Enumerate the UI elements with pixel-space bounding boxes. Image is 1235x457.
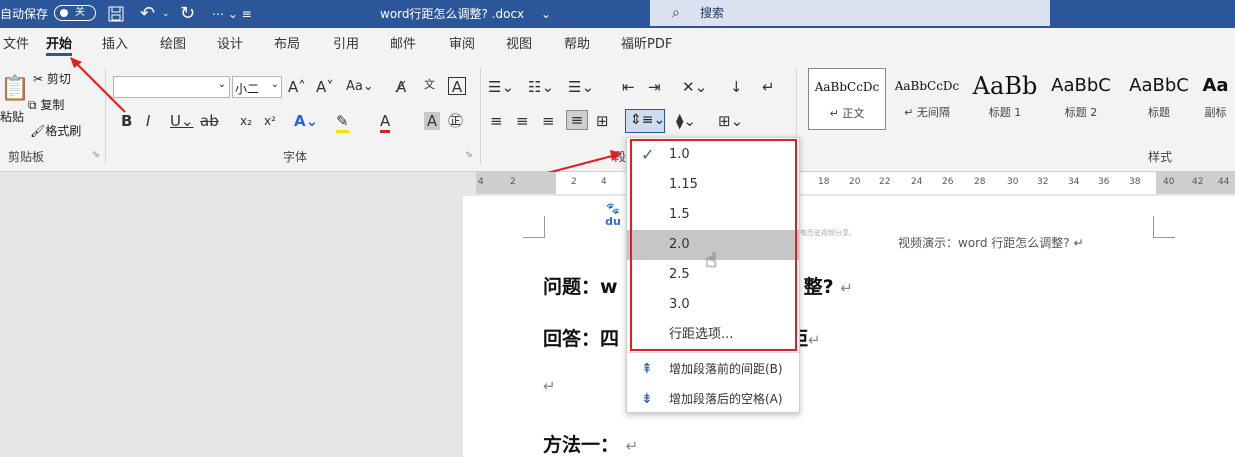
method-line[interactable]: 方法一： ↵ bbox=[543, 430, 638, 457]
crop-mark bbox=[523, 216, 545, 238]
ruler-tick-label: 36 bbox=[1098, 177, 1110, 187]
mouse-pointer-icon: ☝ bbox=[705, 248, 718, 272]
document-header: 视频演示：word 行距怎么调整? ↵ bbox=[898, 236, 1084, 250]
arrow-head-icon bbox=[610, 150, 622, 161]
add-space-after-item[interactable]: ⇟ 增加段落后的空格(A) bbox=[627, 384, 799, 414]
paragraph-mark: ↵ bbox=[840, 279, 853, 297]
paw-icon: 🐾 bbox=[606, 202, 620, 215]
ruler-tick-label: 42 bbox=[1192, 177, 1204, 187]
ruler-tick-label: 20 bbox=[849, 177, 861, 187]
space-after-icon: ⇟ bbox=[641, 391, 653, 407]
watermark-text: 偶有历史视频分享。 bbox=[793, 229, 856, 237]
ruler-tick-label: 4 bbox=[601, 177, 607, 187]
ruler-tick-label: 22 bbox=[879, 177, 891, 187]
ruler-tick-label: 18 bbox=[818, 177, 830, 187]
paragraph-mark: ↵ bbox=[543, 377, 556, 395]
ruler-tick-label: 28 bbox=[974, 177, 986, 187]
ruler-tick-label: 38 bbox=[1129, 177, 1141, 187]
ruler-tick-label: 30 bbox=[1007, 177, 1019, 187]
empty-line[interactable]: ↵ bbox=[543, 374, 556, 396]
ruler-tick-label: 32 bbox=[1037, 177, 1049, 187]
option-label: 增加段落前的间距(B) bbox=[669, 362, 783, 376]
baidu-logo: 🐾 du bbox=[598, 202, 628, 236]
ruler-tick-label: 2 bbox=[510, 177, 516, 187]
option-label: 增加段落后的空格(A) bbox=[669, 392, 783, 406]
method-text: 方法一： bbox=[543, 434, 620, 456]
ruler-tick-label: 24 bbox=[911, 177, 923, 187]
question-text: 问题：w bbox=[543, 276, 618, 298]
ruler-tick-label: 44 bbox=[1218, 177, 1230, 187]
menu-divider bbox=[627, 352, 799, 353]
answer-text: 回答：四 bbox=[543, 328, 620, 350]
ruler[interactable]: 4 2 2 4 18 20 22 24 26 28 30 32 34 36 38… bbox=[476, 172, 1235, 194]
ruler-tick-label: 40 bbox=[1163, 177, 1175, 187]
add-space-before-item[interactable]: ⇞ 增加段落前的间距(B) bbox=[627, 354, 799, 384]
annotation-highlight-box bbox=[630, 139, 797, 351]
logo-text: du bbox=[605, 215, 621, 228]
ruler-tick-label: 2 bbox=[571, 177, 577, 187]
space-before-icon: ⇞ bbox=[641, 361, 653, 377]
paragraph-mark: ↵ bbox=[625, 437, 639, 455]
question-end: 整? bbox=[803, 276, 834, 298]
document-page[interactable]: 🐾 du 偶有历史视频分享。 视频演示：word 行距怎么调整? ↵ 问题：w 整?… bbox=[463, 196, 1235, 457]
crop-mark bbox=[1153, 216, 1175, 238]
ruler-tick-label: 26 bbox=[942, 177, 954, 187]
ruler-tick-label: 4 bbox=[478, 177, 484, 187]
paragraph-mark: ↵ bbox=[808, 331, 821, 349]
word-window: 自动保存 关 ↶ ⌄ ↻ ⋯ ⌄ ≡ word行距怎么调整? .docx ⌄ ⌕… bbox=[0, 0, 1235, 457]
annotation-arrow-icon bbox=[74, 61, 126, 113]
ruler-tick-label: 34 bbox=[1068, 177, 1080, 187]
